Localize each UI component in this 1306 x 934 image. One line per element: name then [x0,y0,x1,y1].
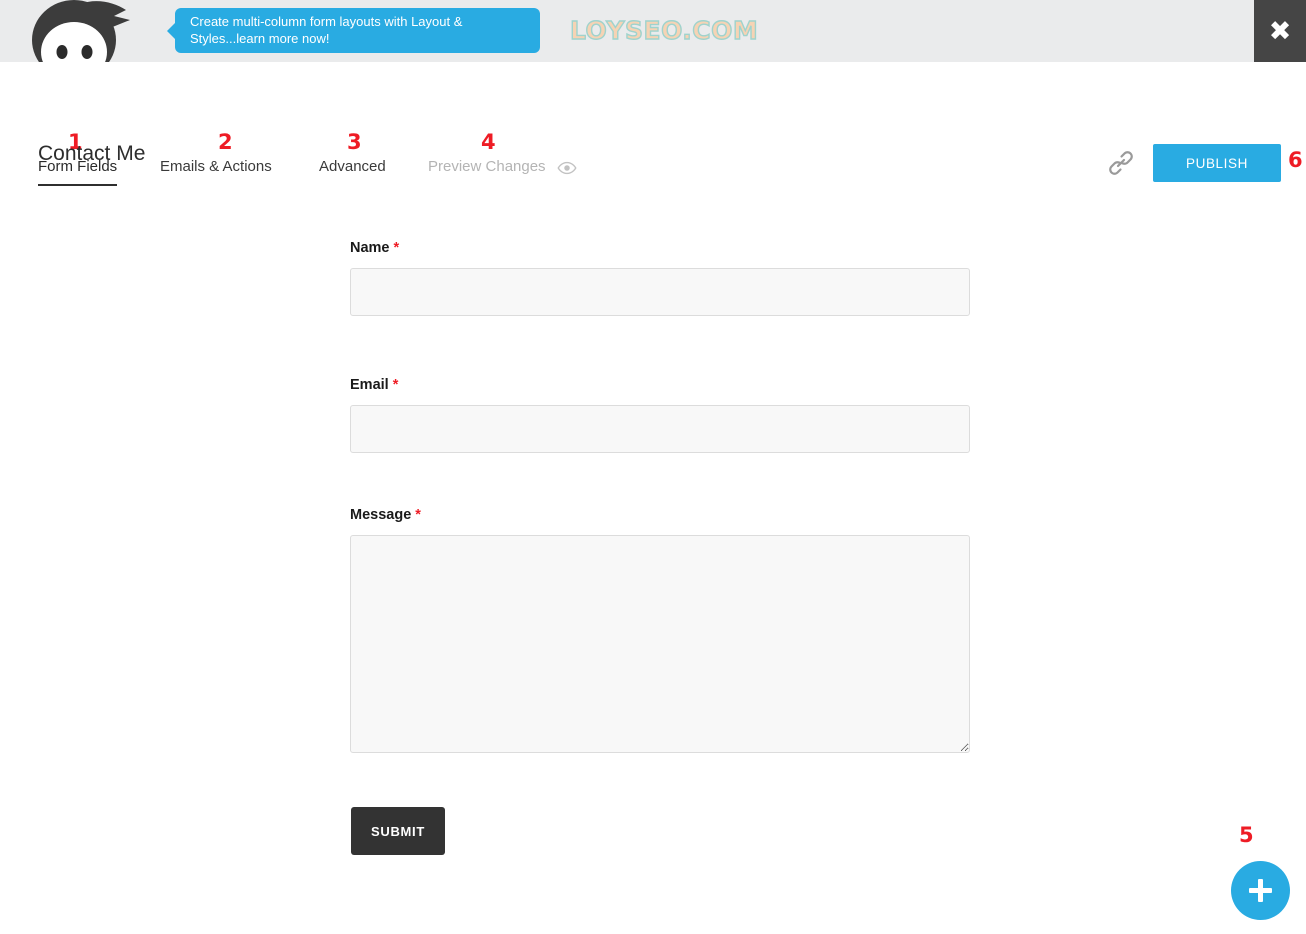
field-label-message: Message * [350,507,421,523]
message-textarea[interactable] [350,535,970,753]
tab-advanced[interactable]: Advanced [319,158,386,184]
page-title: Contact Me [38,142,146,165]
tip-bubble[interactable]: Create multi-column form layouts with La… [167,8,540,53]
tab-emails-actions[interactable]: Emails & Actions [160,158,272,184]
bubble-tail-icon [167,22,176,40]
annotation-3: 3 [347,130,362,154]
link-chain-icon[interactable] [1108,150,1134,176]
annotation-5: 5 [1239,823,1254,847]
tab-bar: Form Fields 1 Emails & Actions 2 Advance… [0,62,1306,186]
form-builder-app: Create multi-column form layouts with La… [0,0,1306,934]
name-input[interactable] [350,268,970,316]
tab-preview-changes[interactable]: Preview Changes [428,158,546,184]
field-name: Name * [350,240,970,316]
annotation-4: 4 [481,130,496,154]
required-marker: * [415,507,421,523]
field-label-name: Name * [350,240,400,256]
plus-icon [1258,879,1263,902]
field-message: Message * [350,507,970,758]
app-header: Create multi-column form layouts with La… [0,0,1306,68]
tip-bubble-line2: Styles...learn more now! [190,30,330,46]
close-icon[interactable]: ✖ [1254,0,1306,62]
field-label-email: Email * [350,377,399,393]
required-marker: * [392,377,399,393]
add-field-button[interactable] [1231,861,1290,920]
ninja-mascot-icon [18,0,134,68]
tip-bubble-line1: Create multi-column form layouts with La… [190,14,463,29]
annotation-6: 6 [1288,148,1303,172]
watermark: LOYSEO.COM [569,15,759,45]
email-input[interactable] [350,405,970,453]
eye-icon[interactable] [557,161,577,175]
publish-button[interactable]: PUBLISH [1153,144,1281,182]
required-marker: * [393,240,400,256]
submit-button[interactable]: SUBMIT [351,807,445,855]
annotation-2: 2 [218,130,233,154]
field-email: Email * [350,377,970,453]
